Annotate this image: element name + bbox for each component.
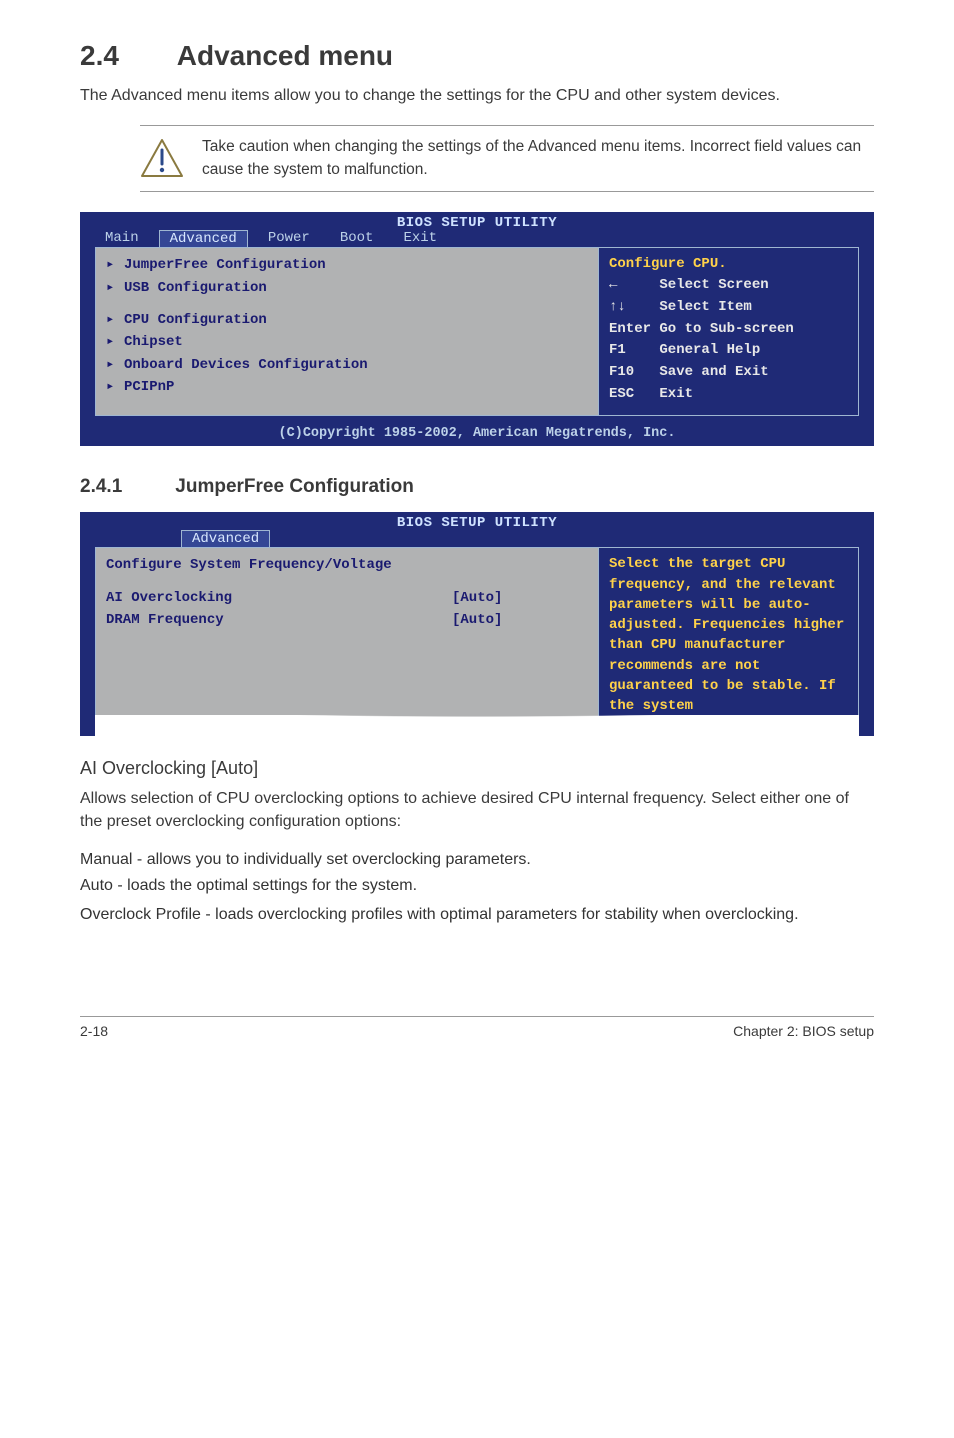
subsection-title: JumperFree Configuration bbox=[175, 476, 414, 497]
submenu-arrow-icon: ▸ bbox=[106, 254, 118, 276]
tab-exit[interactable]: Exit bbox=[393, 230, 447, 247]
tab-boot[interactable]: Boot bbox=[330, 230, 384, 247]
bios-jumperfree-panel: BIOS SETUP UTILITY Advanced Configure Sy… bbox=[80, 512, 874, 735]
chapter-label: Chapter 2: BIOS setup bbox=[733, 1023, 874, 1039]
menu-item-onboard[interactable]: ▸Onboard Devices Configuration bbox=[106, 354, 588, 376]
bios-tabs: Main Advanced Power Boot Exit bbox=[81, 231, 873, 247]
setting-ai-overclocking[interactable]: AI Overclocking [Auto] bbox=[106, 587, 588, 609]
bios-copyright: (C)Copyright 1985-2002, American Megatre… bbox=[81, 424, 873, 445]
bios-left-pane: Configure System Frequency/Voltage AI Ov… bbox=[96, 548, 598, 726]
bios-advanced-panel: BIOS SETUP UTILITY Main Advanced Power B… bbox=[80, 212, 874, 446]
bios-help-text: Select the target CPU frequency, and the… bbox=[609, 554, 848, 716]
submenu-arrow-icon: ▸ bbox=[106, 354, 118, 376]
tab-advanced[interactable]: Advanced bbox=[181, 530, 270, 547]
option-body: Allows selection of CPU overclocking opt… bbox=[80, 787, 874, 833]
menu-item-chipset[interactable]: ▸Chipset bbox=[106, 331, 588, 353]
option-list: Manual - allows you to individually set … bbox=[80, 851, 874, 926]
heading-title: Advanced menu bbox=[177, 40, 393, 71]
bios-key-help: ← Select Screen ↑↓ Select Item Enter Go … bbox=[609, 275, 848, 405]
intro-text: The Advanced menu items allow you to cha… bbox=[80, 84, 874, 107]
bios-left-pane: ▸JumperFree Configuration ▸USB Configura… bbox=[96, 248, 598, 415]
menu-item-cpu[interactable]: ▸CPU Configuration bbox=[106, 309, 588, 331]
menu-item-pcipnp[interactable]: ▸PCIPnP bbox=[106, 376, 588, 398]
submenu-arrow-icon: ▸ bbox=[106, 376, 118, 398]
page-number: 2-18 bbox=[80, 1023, 108, 1039]
page-heading: 2.4 Advanced menu bbox=[80, 40, 874, 72]
bios-right-pane: Configure CPU. ← Select Screen ↑↓ Select… bbox=[598, 248, 858, 415]
subsection-heading: 2.4.1 JumperFree Configuration bbox=[80, 476, 874, 498]
subsection-number: 2.4.1 bbox=[80, 476, 170, 498]
caution-callout: Take caution when changing the settings … bbox=[140, 125, 874, 192]
bios-title: BIOS SETUP UTILITY bbox=[81, 213, 873, 231]
tab-power[interactable]: Power bbox=[258, 230, 320, 247]
tab-main[interactable]: Main bbox=[95, 230, 149, 247]
menu-item-jumperfree[interactable]: ▸JumperFree Configuration bbox=[106, 254, 588, 276]
caution-text: Take caution when changing the settings … bbox=[202, 136, 874, 181]
heading-number: 2.4 bbox=[80, 40, 170, 72]
submenu-arrow-icon: ▸ bbox=[106, 331, 118, 353]
bios-right-pane: Select the target CPU frequency, and the… bbox=[598, 548, 858, 726]
bios-help-top: Configure CPU. bbox=[609, 254, 848, 275]
bios-tabs: Advanced bbox=[81, 531, 873, 547]
option-auto: Auto - loads the optimal settings for th… bbox=[80, 877, 874, 895]
caution-icon bbox=[140, 136, 184, 180]
option-overclock-profile: Overclock Profile - loads overclocking p… bbox=[80, 903, 874, 926]
submenu-arrow-icon: ▸ bbox=[106, 277, 118, 299]
page-footer: 2-18 Chapter 2: BIOS setup bbox=[80, 1016, 874, 1039]
option-heading: AI Overclocking [Auto] bbox=[80, 758, 874, 779]
submenu-arrow-icon: ▸ bbox=[106, 309, 118, 331]
bios-title: BIOS SETUP UTILITY bbox=[81, 513, 873, 531]
tab-advanced[interactable]: Advanced bbox=[159, 230, 248, 247]
option-manual: Manual - allows you to individually set … bbox=[80, 851, 874, 869]
setting-dram-frequency[interactable]: DRAM Frequency [Auto] bbox=[106, 609, 588, 631]
menu-item-usb[interactable]: ▸USB Configuration bbox=[106, 277, 588, 299]
bios-panel-title: Configure System Frequency/Voltage bbox=[106, 554, 588, 576]
